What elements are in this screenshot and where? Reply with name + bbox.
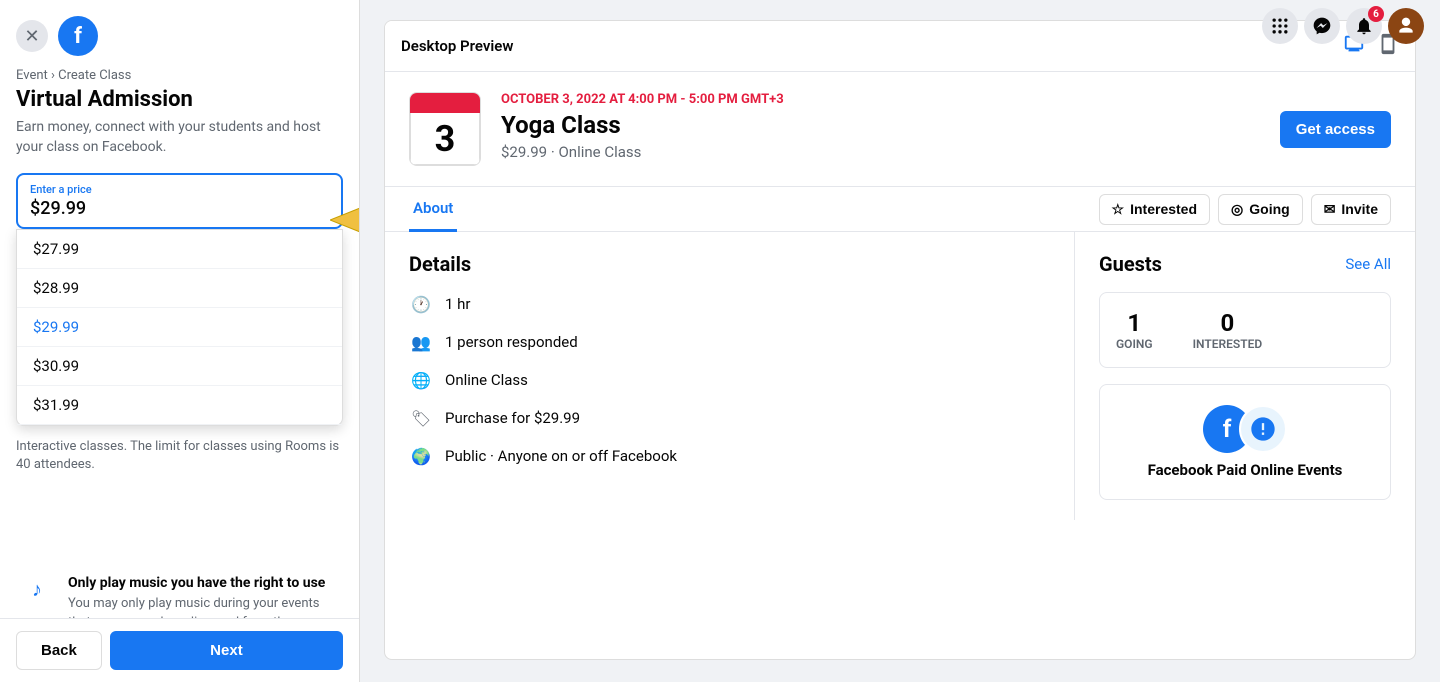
purchase-text: Purchase for $29.99: [445, 409, 580, 427]
people-icon: 👥: [409, 330, 433, 354]
detail-responded: 👥 1 person responded: [409, 330, 1050, 354]
facebook-logo: f: [58, 16, 98, 56]
globe-icon: 🌐: [409, 368, 433, 392]
close-button[interactable]: ✕: [16, 20, 48, 52]
price-option-2899[interactable]: $28.99: [17, 269, 342, 308]
event-card: 3 OCTOBER 3, 2022 AT 4:00 PM - 5:00 PM G…: [385, 72, 1415, 187]
interested-count: 0: [1193, 309, 1263, 337]
next-button[interactable]: Next: [110, 631, 343, 670]
going-stat: 1 GOING: [1116, 309, 1153, 351]
notification-badge: 6: [1368, 6, 1384, 22]
tag-icon: 🏷: [409, 406, 433, 430]
star-icon: ☆: [1112, 201, 1125, 218]
breadcrumb: Event › Create Class: [16, 68, 343, 83]
detail-visibility: 🌍 Public · Anyone on or off Facebook: [409, 444, 1050, 468]
invite-button[interactable]: ✉ Invite: [1311, 194, 1391, 225]
interested-label: Interested: [1130, 201, 1197, 217]
tab-actions: ☆ Interested ◎ Going ✉ Invite: [1099, 194, 1391, 225]
event-price: $29.99 · Online Class: [501, 143, 1260, 161]
page-title: Virtual Admission: [16, 87, 343, 112]
clock-icon: 🕐: [409, 292, 433, 316]
preview-scroll-area[interactable]: 3 OCTOBER 3, 2022 AT 4:00 PM - 5:00 PM G…: [385, 72, 1415, 659]
calendar-icon: 3: [409, 92, 481, 166]
truncated-info: Interactive classes. The limit for class…: [16, 426, 343, 474]
get-access-button[interactable]: Get access: [1280, 111, 1391, 148]
event-info: OCTOBER 3, 2022 AT 4:00 PM - 5:00 PM GMT…: [501, 92, 1260, 161]
paid-events-logo: [1239, 405, 1287, 453]
event-tabs: About ☆ Interested ◎ Going ✉ Invite: [385, 187, 1415, 232]
event-body: Details 🕐 1 hr 👥 1 person responded 🌐 On…: [385, 232, 1415, 520]
going-button[interactable]: ◎ Going: [1218, 194, 1303, 225]
duration-text: 1 hr: [445, 295, 471, 313]
price-value: $29.99: [30, 198, 329, 219]
price-label: Enter a price: [30, 183, 329, 196]
invite-label: Invite: [1341, 201, 1378, 217]
interested-stat: 0 INTERESTED: [1193, 309, 1263, 351]
detail-duration: 🕐 1 hr: [409, 292, 1050, 316]
back-button[interactable]: Back: [16, 631, 102, 670]
going-count: 1: [1116, 309, 1153, 337]
notifications-icon[interactable]: 6: [1346, 8, 1382, 44]
price-option-2799[interactable]: $27.99: [17, 230, 342, 269]
visibility-text: Public · Anyone on or off Facebook: [445, 447, 677, 465]
detail-online-class: 🌐 Online Class: [409, 368, 1050, 392]
guests-stats: 1 GOING 0 INTERESTED: [1099, 292, 1391, 368]
detail-purchase: 🏷 Purchase for $29.99: [409, 406, 1050, 430]
guests-header: Guests See All: [1099, 252, 1391, 276]
check-circle-icon: ◎: [1231, 201, 1243, 218]
responded-text: 1 person responded: [445, 333, 578, 351]
fb-logos: f: [1120, 405, 1370, 453]
tab-about[interactable]: About: [409, 187, 457, 232]
going-label: Going: [1249, 201, 1289, 217]
see-all-link[interactable]: See All: [1345, 255, 1391, 273]
price-input-container[interactable]: Enter a price $29.99: [16, 173, 343, 229]
avatar[interactable]: [1388, 8, 1424, 44]
event-name: Yoga Class: [501, 111, 1260, 139]
preview-title: Desktop Preview: [401, 37, 513, 55]
top-nav-bar: 6: [1246, 0, 1440, 52]
guests-title: Guests: [1099, 252, 1162, 276]
bottom-buttons: Back Next: [0, 618, 359, 682]
interested-button[interactable]: ☆ Interested: [1099, 194, 1210, 225]
calendar-top: [410, 93, 480, 113]
apps-icon[interactable]: [1262, 8, 1298, 44]
details-title: Details: [409, 252, 1050, 276]
messenger-icon[interactable]: [1304, 8, 1340, 44]
interested-stat-label: INTERESTED: [1193, 337, 1263, 351]
right-content: Desktop Preview 3: [360, 0, 1440, 682]
arrow-indicator: [330, 195, 360, 249]
going-stat-label: GOING: [1116, 337, 1153, 351]
details-section: Details 🕐 1 hr 👥 1 person responded 🌐 On…: [385, 232, 1075, 520]
music-icon: ♪: [32, 577, 56, 602]
left-sidebar: ✕ f Event › Create Class Virtual Admissi…: [0, 0, 360, 682]
price-option-3199[interactable]: $31.99: [17, 386, 342, 425]
online-class-text: Online Class: [445, 371, 528, 389]
public-icon: 🌍: [409, 444, 433, 468]
paid-events-card: f Facebook Paid Online Events: [1099, 384, 1391, 500]
price-dropdown: $27.99 $28.99 $29.99 $30.99 $31.99: [16, 229, 343, 426]
music-notice-title: Only play music you have the right to us…: [68, 575, 327, 591]
paid-events-title: Facebook Paid Online Events: [1120, 461, 1370, 479]
guests-section: Guests See All 1 GOING 0 INTERESTED: [1075, 232, 1415, 520]
price-option-2999[interactable]: $29.99: [17, 308, 342, 347]
price-option-3099[interactable]: $30.99: [17, 347, 342, 386]
preview-panel: Desktop Preview 3: [384, 20, 1416, 660]
sidebar-description: Earn money, connect with your students a…: [16, 118, 343, 157]
mail-icon: ✉: [1324, 201, 1336, 218]
calendar-day: 3: [410, 113, 480, 165]
event-date: OCTOBER 3, 2022 AT 4:00 PM - 5:00 PM GMT…: [501, 92, 1260, 107]
